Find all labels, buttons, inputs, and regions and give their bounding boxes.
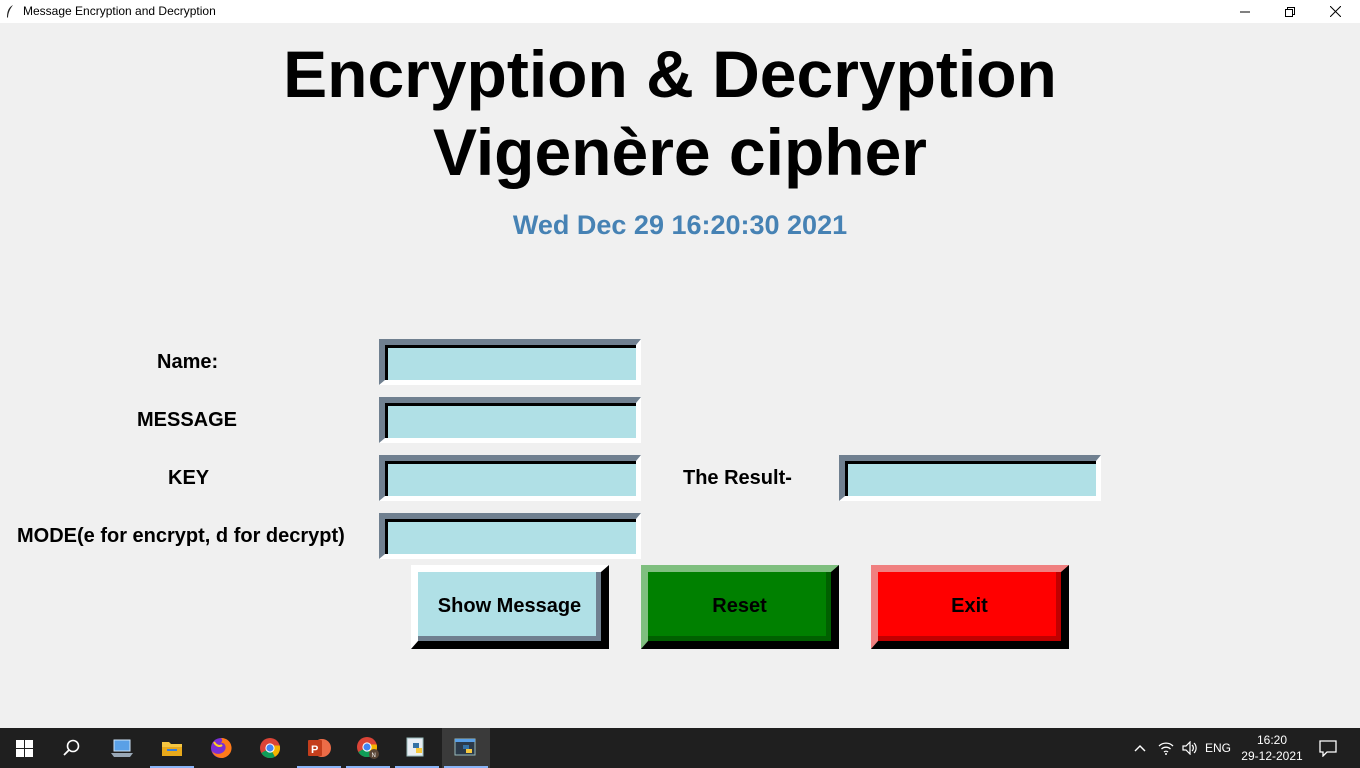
chrome-icon — [260, 738, 281, 759]
start-button[interactable] — [0, 728, 48, 768]
tray-time: 16:20 — [1256, 733, 1288, 747]
taskbar-app-chrome[interactable] — [246, 728, 294, 768]
tray-language[interactable]: ENG — [1203, 728, 1233, 768]
close-button[interactable] — [1312, 0, 1358, 23]
name-input[interactable] — [379, 339, 641, 385]
powerpoint-icon: P — [308, 739, 331, 757]
tray-network[interactable] — [1155, 728, 1177, 768]
feather-icon — [7, 5, 13, 18]
tray-show-hidden[interactable] — [1130, 728, 1150, 768]
taskbar-app-file-explorer[interactable] — [148, 728, 196, 768]
search-button[interactable] — [48, 728, 96, 768]
heading-line1: Encryption & Decryption — [283, 37, 1057, 111]
taskbar-app-firefox[interactable] — [197, 728, 245, 768]
minimize-icon — [1240, 11, 1250, 12]
message-input[interactable] — [379, 397, 641, 443]
restore-icon — [1285, 6, 1295, 17]
taskbar-app-powerpoint[interactable]: P — [295, 728, 343, 768]
windows-start-icon — [15, 739, 33, 757]
tray-clock[interactable]: 16:20 29-12-2021 — [1237, 732, 1307, 764]
chrome-profile-icon: N — [357, 737, 379, 759]
taskbar: P N ENG 16:20 29-12-2021 — [0, 728, 1360, 768]
tray-volume[interactable] — [1179, 728, 1201, 768]
taskbar-app-python-idle[interactable] — [393, 728, 441, 768]
svg-text:P: P — [311, 744, 318, 756]
window-title: Message Encryption and Decryption — [23, 4, 216, 18]
mode-input[interactable] — [379, 513, 641, 559]
taskbar-app-laptop[interactable] — [98, 728, 146, 768]
datetime-label: Wed Dec 29 16:20:30 2021 — [512, 210, 848, 240]
action-center-button[interactable] — [1312, 728, 1344, 768]
wifi-icon — [1158, 742, 1174, 755]
window-titlebar: Message Encryption and Decryption — [0, 0, 1360, 23]
python-tk-icon — [454, 738, 476, 756]
python-idle-icon — [406, 737, 424, 757]
heading-line2: Vigenère cipher — [432, 115, 927, 189]
restore-button[interactable] — [1267, 0, 1313, 23]
chevron-up-icon — [1134, 745, 1146, 752]
volume-icon — [1182, 741, 1197, 755]
tray-date: 29-12-2021 — [1241, 749, 1303, 763]
key-label: KEY — [168, 467, 210, 489]
result-label: The Result- — [683, 467, 792, 489]
message-label: MESSAGE — [137, 409, 238, 431]
mode-label: MODE(e for encrypt, d for decrypt) — [17, 525, 345, 547]
reset-button[interactable]: Reset — [641, 565, 839, 649]
show-message-button[interactable]: Show Message — [411, 565, 609, 649]
close-icon — [1329, 6, 1341, 17]
key-input[interactable] — [379, 455, 641, 501]
taskbar-app-python-tk[interactable] — [442, 728, 490, 768]
laptop-icon — [111, 739, 133, 757]
result-output[interactable] — [839, 455, 1101, 501]
search-icon — [63, 739, 80, 756]
file-explorer-icon — [162, 742, 182, 756]
name-label: Name: — [157, 351, 219, 373]
taskbar-app-chrome-profile[interactable]: N — [344, 728, 392, 768]
firefox-icon — [211, 737, 232, 758]
minimize-button[interactable] — [1222, 0, 1268, 23]
svg-text:N: N — [372, 753, 376, 759]
notification-icon — [1319, 739, 1337, 757]
exit-button[interactable]: Exit — [871, 565, 1069, 649]
